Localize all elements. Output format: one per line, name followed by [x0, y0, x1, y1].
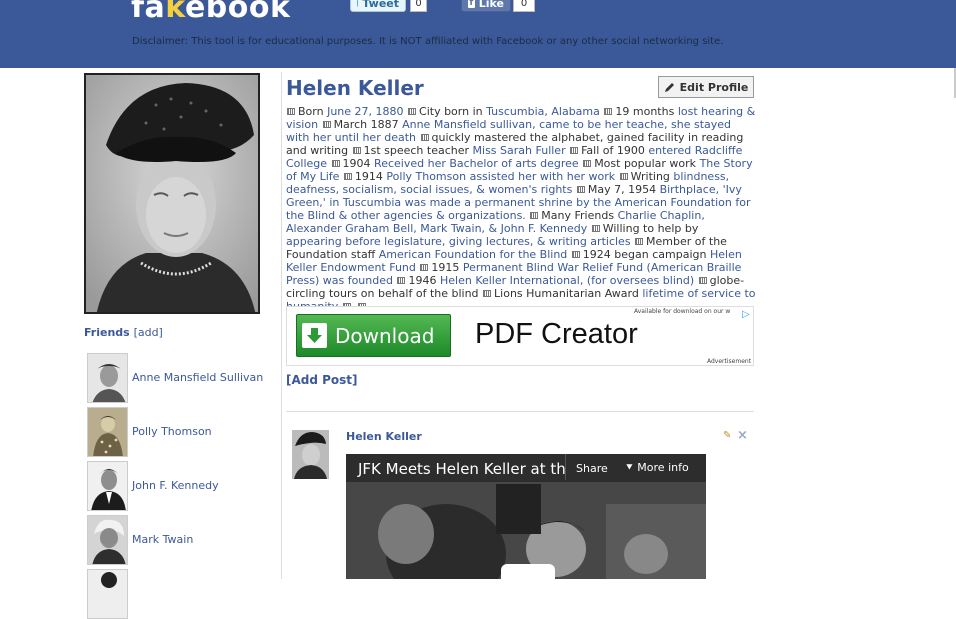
column-divider: [281, 72, 282, 579]
edit-post-pencil-icon[interactable]: ✎: [723, 430, 731, 441]
calendar-icon: [635, 238, 644, 245]
info-label: 1st speech teacher: [363, 144, 470, 157]
ad-download-button[interactable]: Download: [296, 314, 451, 357]
calendar-icon: [591, 225, 600, 232]
edit-profile-button[interactable]: Edit Profile: [658, 76, 754, 98]
post-divider: [286, 411, 754, 412]
info-label: Many Friends: [541, 209, 615, 222]
profile-name: Helen Keller: [286, 76, 424, 100]
calendar-icon: [408, 108, 417, 115]
video-title[interactable]: JFK Meets Helen Keller at th: [358, 460, 566, 478]
like-count: 0: [513, 0, 535, 12]
calendar-icon: [397, 277, 406, 284]
calendar-icon: [576, 186, 585, 193]
info-label: Most popular work: [594, 157, 697, 170]
friend-name[interactable]: Anne Mansfield Sullivan: [132, 371, 263, 384]
tweet-count: 0: [410, 0, 427, 12]
calendar-icon: [343, 173, 352, 180]
calendar-icon: [322, 121, 331, 128]
video-player[interactable]: JFK Meets Helen Keller at th Share ⯆ Mor…: [346, 454, 706, 579]
site-header: fakebook Disclaimer: This tool is for ed…: [0, 0, 956, 68]
friend-avatar[interactable]: [87, 407, 128, 457]
video-toolbar-divider: [565, 454, 566, 480]
add-post-link[interactable]: [Add Post]: [286, 373, 358, 387]
info-label: 1915: [431, 261, 460, 274]
info-label: Writing: [630, 170, 670, 183]
info-label: 1924 began campaign: [582, 248, 707, 261]
video-more-info-button[interactable]: ⯆ More info: [625, 461, 689, 475]
info-value-link[interactable]: Received her Bachelor of arts degree: [374, 157, 579, 170]
ad-small-text: Available for download on our w: [634, 308, 731, 315]
add-friend-link[interactable]: [add]: [134, 326, 163, 339]
info-label: Fall of 1900: [581, 144, 645, 157]
download-arrow-icon: [302, 323, 327, 348]
friend-item[interactable]: John F. Kennedy: [87, 461, 267, 511]
adchoices-icon[interactable]: ▷: [742, 309, 750, 320]
friend-item[interactable]: Polly Thomson: [87, 407, 267, 457]
video-share-button[interactable]: Share: [576, 462, 608, 475]
friend-avatar[interactable]: [87, 461, 128, 511]
calendar-icon: [530, 212, 539, 219]
more-info-icon: ⯆: [625, 461, 638, 474]
info-label: Willing to help by: [602, 222, 699, 235]
delete-post-close-icon[interactable]: ×: [737, 428, 748, 443]
ad-product-name: PDF Creator: [475, 318, 638, 350]
ad-button-label: Download: [335, 324, 435, 348]
post-author-avatar[interactable]: [292, 430, 329, 479]
calendar-icon: [571, 251, 580, 258]
info-value-link[interactable]: American Foundation for the Blind: [379, 248, 568, 261]
profile-info: Born June 27, 1880 City born in Tuscumbi…: [286, 105, 756, 313]
friend-item[interactable]: Mark Twain: [87, 515, 267, 565]
info-label: 1914: [354, 170, 383, 183]
calendar-icon: [352, 147, 361, 154]
site-logo[interactable]: fakebook: [131, 0, 290, 25]
info-value-link[interactable]: Polly Thomson assisted her with her work: [386, 170, 615, 183]
friend-avatar[interactable]: [87, 353, 128, 403]
info-label: 19 months: [615, 105, 675, 118]
info-label: 1904: [342, 157, 371, 170]
calendar-icon: [483, 290, 492, 297]
info-label: 1946: [408, 274, 437, 287]
tweet-button[interactable]: Tweet: [350, 0, 406, 12]
info-value-link[interactable]: Miss Sarah Fuller: [473, 144, 566, 157]
info-label: Born: [298, 105, 324, 118]
friend-avatar[interactable]: [87, 569, 128, 619]
advertisement[interactable]: Available for download on our w ▷ Downlo…: [286, 306, 754, 366]
post-author-name[interactable]: Helen Keller: [346, 430, 422, 443]
calendar-icon: [331, 160, 340, 167]
disclaimer-text: Disclaimer: This tool is for educational…: [132, 36, 724, 47]
ad-label: Advertisement: [707, 358, 752, 365]
calendar-icon: [619, 173, 628, 180]
info-label: City born in: [419, 105, 483, 118]
pencil-icon: [664, 82, 674, 92]
info-value-link[interactable]: Tuscumbia, Alabama: [486, 105, 600, 118]
calendar-icon: [287, 108, 295, 115]
like-button[interactable]: f Like: [461, 0, 511, 12]
calendar-icon: [420, 134, 429, 141]
calendar-icon: [698, 277, 707, 284]
info-value-link[interactable]: June 27, 1880: [327, 105, 403, 118]
calendar-icon: [570, 147, 579, 154]
info-value-link[interactable]: Helen Keller International, (for oversee…: [440, 274, 694, 287]
info-label: Lions Humanitarian Award: [494, 287, 639, 300]
calendar-icon: [583, 160, 592, 167]
info-label: May 7, 1954: [587, 183, 657, 196]
calendar-icon: [420, 264, 429, 271]
twitter-bird-icon: [357, 0, 359, 7]
friend-item[interactable]: Anne Mansfield Sullivan: [87, 353, 267, 403]
calendar-icon: [604, 108, 613, 115]
profile-photo[interactable]: [84, 73, 260, 314]
friend-avatar[interactable]: [87, 515, 128, 565]
friend-name[interactable]: Polly Thomson: [132, 425, 212, 438]
info-value-link[interactable]: appearing before legislature, giving lec…: [286, 235, 631, 248]
facebook-f-icon: f: [468, 0, 475, 8]
friend-name[interactable]: Mark Twain: [132, 533, 193, 546]
friends-heading: Friends [add]: [84, 326, 163, 339]
play-button[interactable]: [501, 564, 555, 579]
friend-item[interactable]: [87, 569, 267, 619]
friend-name[interactable]: John F. Kennedy: [132, 479, 219, 492]
info-label: March 1887: [333, 118, 399, 131]
